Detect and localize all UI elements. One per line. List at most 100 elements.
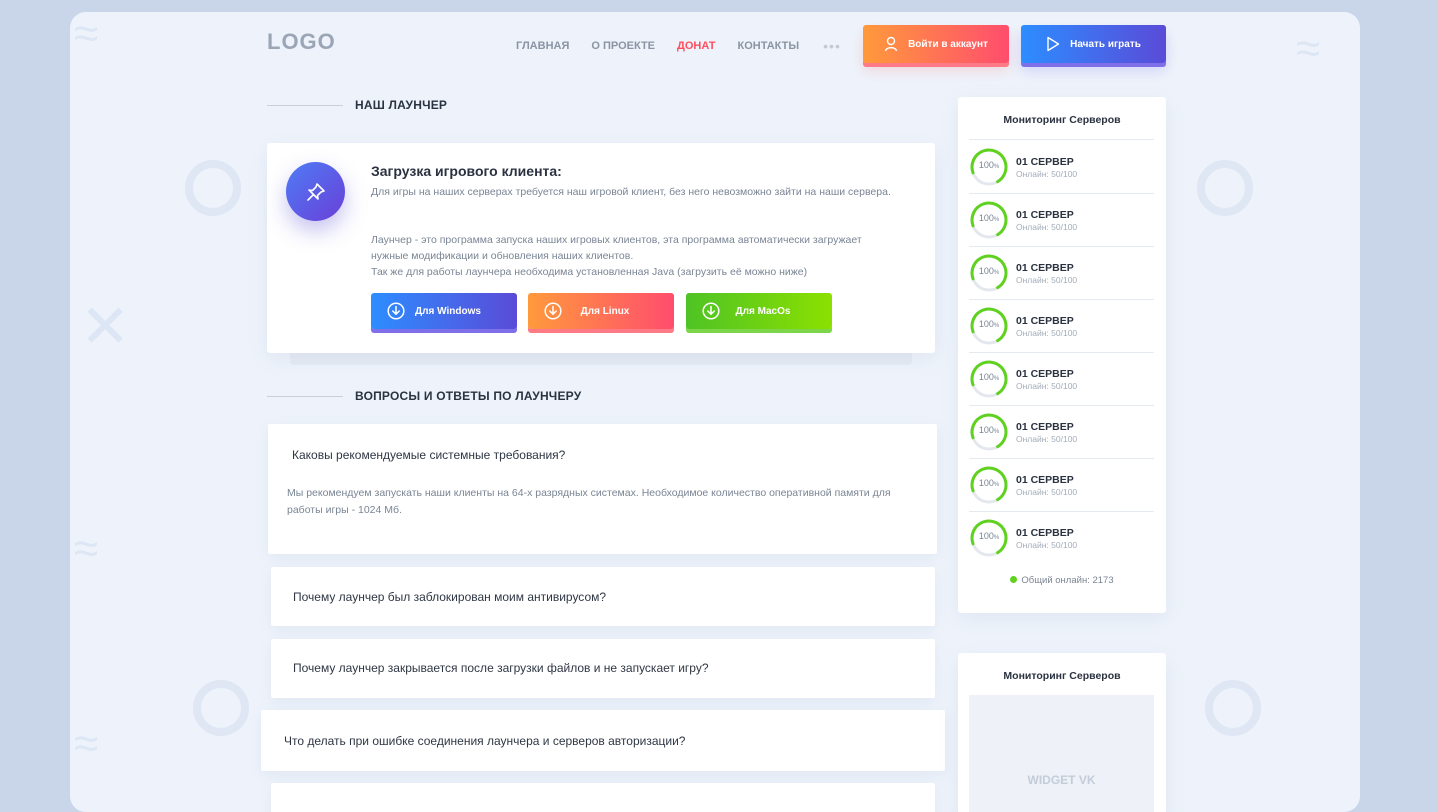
server-name: 01 СЕРВЕР xyxy=(1016,368,1074,380)
total-online-text: Общий онлайн: 2173 xyxy=(1021,575,1114,586)
faq-question[interactable]: Почему лаунчер был заблокирован моим ант… xyxy=(293,590,606,604)
launcher-paragraph-2: Лаунчер - это программа запуска наших иг… xyxy=(371,234,862,262)
vk-widget[interactable]: WIDGET VK xyxy=(969,695,1154,812)
server-load-percent: 100% xyxy=(978,425,1000,435)
server-online: Онлайн: 50/100 xyxy=(1016,275,1078,285)
pin-icon xyxy=(306,182,325,201)
server-load-percent: 100% xyxy=(978,266,1000,276)
server-name: 01 СЕРВЕР xyxy=(1016,315,1074,327)
user-icon xyxy=(884,36,898,52)
faq-item[interactable]: Почему лаунчер был заблокирован моим ант… xyxy=(271,567,935,626)
more-menu-icon[interactable]: ••• xyxy=(823,38,841,54)
download-icon xyxy=(540,302,566,320)
faq-item[interactable] xyxy=(271,783,935,812)
server-online: Онлайн: 50/100 xyxy=(1016,434,1078,444)
section-heading-faq: ВОПРОСЫ И ОТВЕТЫ ПО ЛАУНЧЕРУ xyxy=(267,389,581,403)
launcher-title: Загрузка игрового клиента: xyxy=(371,163,562,179)
server-load-percent: 100% xyxy=(978,372,1000,382)
server-row[interactable]: 100% 01 СЕРВЕР Онлайн: 50/100 xyxy=(969,147,1154,199)
decor-zigzag-icon: ≈ xyxy=(1296,24,1321,73)
section-heading-launcher: НАШ ЛАУНЧЕР xyxy=(267,98,447,112)
faq-item-open[interactable]: Каковы рекомендуемые системные требовани… xyxy=(268,424,937,554)
section-title: ВОПРОСЫ И ОТВЕТЫ ПО ЛАУНЧЕРУ xyxy=(355,389,582,403)
heading-divider xyxy=(267,104,343,106)
login-button[interactable]: Войти в аккаунт xyxy=(863,25,1009,63)
download-icon xyxy=(698,302,724,320)
server-row[interactable]: 100% 01 СЕРВЕР Онлайн: 50/100 xyxy=(969,359,1154,411)
server-name: 01 СЕРВЕР xyxy=(1016,421,1074,433)
server-load-percent: 100% xyxy=(978,478,1000,488)
server-load-percent: 100% xyxy=(978,319,1000,329)
server-load-percent: 100% xyxy=(978,160,1000,170)
server-name: 01 СЕРВЕР xyxy=(1016,527,1074,539)
server-row[interactable]: 100% 01 СЕРВЕР Онлайн: 50/100 xyxy=(969,306,1154,358)
monitoring-title: Мониторинг Серверов xyxy=(1003,670,1121,682)
server-row[interactable]: 100% 01 СЕРВЕР Онлайн: 50/100 xyxy=(969,253,1154,305)
decor-ring-icon xyxy=(1197,160,1253,216)
decor-cross-icon: ✕ xyxy=(80,293,131,360)
nav-item-contacts[interactable]: КОНТАКТЫ xyxy=(737,40,799,52)
section-title: НАШ ЛАУНЧЕР xyxy=(355,98,448,112)
server-name: 01 СЕРВЕР xyxy=(1016,209,1074,221)
server-load-percent: 100% xyxy=(978,531,1000,541)
server-row[interactable]: 100% 01 СЕРВЕР Онлайн: 50/100 xyxy=(969,518,1154,570)
divider xyxy=(969,299,1154,300)
download-windows-button[interactable]: Для Windows xyxy=(371,293,517,329)
heading-divider xyxy=(267,395,343,397)
download-macos-label: Для MacOs xyxy=(735,305,791,317)
card-shadow xyxy=(290,353,912,365)
launcher-card: Загрузка игрового клиента: Для игры на н… xyxy=(267,143,935,353)
faq-answer: Мы рекомендуем запускать наши клиенты на… xyxy=(287,487,891,516)
nav-item-home[interactable]: ГЛАВНАЯ xyxy=(516,40,569,52)
faq-item[interactable]: Почему лаунчер закрывается после загрузк… xyxy=(271,639,935,698)
launcher-paragraph-1: Для игры на наших серверах требуется наш… xyxy=(371,186,891,198)
nav-item-donate[interactable]: ДОНАТ xyxy=(677,40,715,52)
download-icon xyxy=(383,302,409,320)
download-windows-label: Для Windows xyxy=(415,305,481,317)
nav-item-about[interactable]: О ПРОЕКТЕ xyxy=(591,40,655,52)
server-row[interactable]: 100% 01 СЕРВЕР Онлайн: 50/100 xyxy=(969,200,1154,252)
divider xyxy=(969,458,1154,459)
server-name: 01 СЕРВЕР xyxy=(1016,474,1074,486)
faq-question[interactable]: Что делать при ошибке соединения лаунчер… xyxy=(284,734,685,748)
server-row[interactable]: 100% 01 СЕРВЕР Онлайн: 50/100 xyxy=(969,465,1154,517)
faq-question[interactable]: Почему лаунчер закрывается после загрузк… xyxy=(293,661,709,675)
online-status-icon xyxy=(1010,576,1018,583)
page: ✕ ≈ ≈ ≈ ≈ LOGO ГЛАВНАЯ О ПРОЕКТЕ ДОНАТ К… xyxy=(70,12,1360,812)
divider xyxy=(969,352,1154,353)
download-linux-button[interactable]: Для Linux xyxy=(528,293,674,329)
server-load-percent: 100% xyxy=(978,213,1000,223)
server-online: Онлайн: 50/100 xyxy=(1016,222,1078,232)
divider xyxy=(969,246,1154,247)
server-online: Онлайн: 50/100 xyxy=(1016,328,1078,338)
logo[interactable]: LOGO xyxy=(267,29,336,55)
server-online: Онлайн: 50/100 xyxy=(1016,540,1078,550)
divider xyxy=(969,405,1154,406)
server-online: Онлайн: 50/100 xyxy=(1016,381,1078,391)
faq-item[interactable]: Что делать при ошибке соединения лаунчер… xyxy=(261,710,945,771)
download-linux-label: Для Linux xyxy=(580,305,630,317)
server-name: 01 СЕРВЕР xyxy=(1016,262,1074,274)
monitoring-title: Мониторинг Серверов xyxy=(1003,114,1121,126)
server-online: Онлайн: 50/100 xyxy=(1016,169,1078,179)
faq-question[interactable]: Каковы рекомендуемые системные требовани… xyxy=(292,448,565,462)
decor-zigzag-icon: ≈ xyxy=(74,719,99,768)
play-button-label: Начать играть xyxy=(1070,38,1141,50)
decor-zigzag-icon: ≈ xyxy=(74,12,99,58)
login-button-label: Войти в аккаунт xyxy=(908,38,988,50)
main-nav: ГЛАВНАЯ О ПРОЕКТЕ ДОНАТ КОНТАКТЫ ••• xyxy=(516,38,841,54)
download-macos-button[interactable]: Для MacOs xyxy=(686,293,832,329)
vk-widget-panel: Мониторинг Серверов WIDGET VK xyxy=(958,653,1166,812)
total-online: Общий онлайн: 2173 xyxy=(958,575,1166,586)
play-icon xyxy=(1047,36,1060,52)
play-button[interactable]: Начать играть xyxy=(1021,25,1166,63)
server-monitoring-panel: Мониторинг Серверов 100% 01 СЕРВЕР Онлайн:… xyxy=(958,97,1166,613)
divider xyxy=(969,511,1154,512)
divider xyxy=(969,193,1154,194)
vk-widget-label: WIDGET VK xyxy=(1027,773,1096,787)
decor-ring-icon xyxy=(193,680,249,736)
decor-ring-icon xyxy=(185,160,241,216)
server-row[interactable]: 100% 01 СЕРВЕР Онлайн: 50/100 xyxy=(969,412,1154,464)
decor-ring-icon xyxy=(1205,680,1261,736)
server-online: Онлайн: 50/100 xyxy=(1016,487,1078,497)
